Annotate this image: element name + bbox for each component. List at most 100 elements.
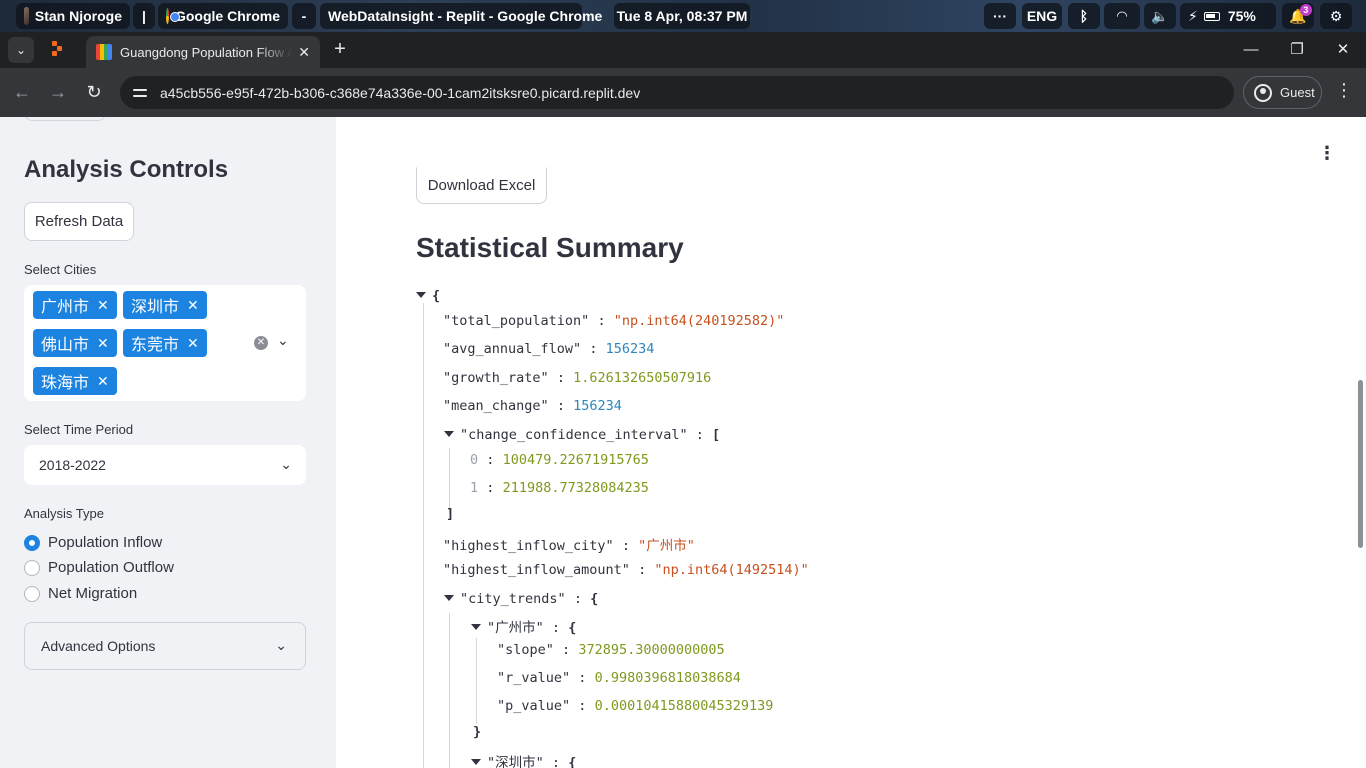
charging-icon: ⚡ bbox=[1188, 7, 1198, 24]
clock-text: Tue 8 Apr, 08:37 PM bbox=[616, 8, 748, 24]
city-multiselect[interactable]: 广州市 ✕ 深圳市 ✕ 佛山市 ✕ 东莞市 ✕ 珠海市 ✕ ✕ ⌄ bbox=[24, 285, 306, 401]
user-name: Stan Njoroge bbox=[34, 8, 122, 24]
json-guide-line bbox=[449, 613, 450, 768]
city-chip[interactable]: 东莞市 ✕ bbox=[123, 329, 207, 357]
window-title-text: WebDataInsight - Replit - Google Chrome bbox=[328, 8, 603, 24]
reload-button[interactable]: ↻ bbox=[82, 80, 106, 104]
language-indicator[interactable]: ENG bbox=[1022, 3, 1062, 29]
remove-chip-icon[interactable]: ✕ bbox=[97, 297, 109, 314]
json-row: "growth_rate" : 1.626132650507916 bbox=[443, 370, 712, 386]
bell-icon: 🔔 3 bbox=[1289, 3, 1312, 25]
scrollbar-thumb[interactable] bbox=[1358, 380, 1363, 548]
profile-icon bbox=[1254, 83, 1272, 102]
replit-icon[interactable] bbox=[52, 41, 68, 57]
city-chip[interactable]: 广州市 ✕ bbox=[33, 291, 117, 319]
json-array-item: 0 : 100479.22671915765 bbox=[470, 452, 649, 468]
summary-title: Statistical Summary bbox=[416, 232, 684, 263]
json-row: } bbox=[473, 724, 482, 740]
chevron-down-icon: ⌄ bbox=[280, 456, 292, 472]
chrome-icon bbox=[166, 8, 180, 24]
reload-icon: ↻ bbox=[86, 82, 102, 102]
remove-chip-icon[interactable]: ✕ bbox=[187, 297, 199, 314]
user-menu[interactable]: Stan Njoroge bbox=[16, 3, 130, 29]
address-bar[interactable]: a45cb556-e95f-472b-b306-c368e74a336e-00-… bbox=[120, 76, 1234, 109]
wifi[interactable]: ◠ bbox=[1104, 3, 1140, 29]
close-window-button[interactable]: ✕ bbox=[1328, 38, 1358, 62]
radio-unchecked-icon[interactable] bbox=[24, 585, 40, 602]
user-avatar bbox=[24, 7, 29, 25]
clear-all-icon[interactable]: ✕ bbox=[254, 336, 268, 350]
json-row-guangzhou[interactable]: "广州市" : { bbox=[471, 616, 576, 636]
browser-menu-icon[interactable]: ⋮ bbox=[1334, 80, 1354, 101]
radio-checked-icon[interactable] bbox=[24, 534, 40, 551]
bluetooth-icon: ᛒ bbox=[1079, 8, 1089, 24]
json-row: ] bbox=[446, 506, 455, 522]
json-row: "avg_annual_flow" : 156234 bbox=[443, 341, 655, 357]
city-chip[interactable]: 深圳市 ✕ bbox=[123, 291, 207, 319]
notifications[interactable]: 🔔 3 bbox=[1282, 3, 1314, 29]
active-app[interactable]: Google Chrome bbox=[158, 3, 288, 29]
tab-search-button[interactable]: ⌄ bbox=[8, 37, 34, 63]
url-text[interactable]: a45cb556-e95f-472b-b306-c368e74a336e-00-… bbox=[160, 85, 640, 101]
radio-unchecked-icon[interactable] bbox=[24, 559, 40, 576]
json-row: "p_value" : 0.00010415880045329139 bbox=[497, 698, 774, 714]
remove-chip-icon[interactable]: ✕ bbox=[97, 335, 109, 352]
bluetooth[interactable]: ᛒ bbox=[1068, 3, 1100, 29]
close-tab-icon[interactable]: ✕ bbox=[298, 44, 310, 61]
advanced-options-label: Advanced Options bbox=[41, 638, 156, 654]
refresh-data-button[interactable]: Refresh Data bbox=[24, 202, 134, 241]
collapse-triangle-icon[interactable] bbox=[444, 595, 454, 601]
json-root[interactable]: { bbox=[416, 288, 440, 304]
tab-favicon bbox=[96, 44, 112, 60]
radio-population-inflow[interactable]: Population Inflow bbox=[24, 534, 162, 551]
volume-icon: 🔈 bbox=[1151, 7, 1169, 24]
tab-guangdong-population[interactable]: Guangdong Population Flow An ✕ bbox=[86, 36, 320, 68]
back-button[interactable]: ← bbox=[10, 80, 34, 104]
json-row-confidence-interval[interactable]: "change_confidence_interval" : [ bbox=[444, 427, 720, 443]
city-chip[interactable]: 佛山市 ✕ bbox=[33, 329, 117, 357]
os-taskbar: Stan Njoroge | Google Chrome - WebDataIn… bbox=[0, 0, 1366, 32]
app-menu-icon[interactable]: ⋮ bbox=[1318, 143, 1336, 164]
cities-label: Select Cities bbox=[24, 262, 97, 277]
battery[interactable]: ⚡ 75% bbox=[1180, 3, 1276, 29]
radio-population-outflow[interactable]: Population Outflow bbox=[24, 559, 174, 576]
sidebar-heading: Analysis Controls bbox=[24, 156, 229, 183]
chevron-down-icon: ⌄ bbox=[275, 637, 287, 653]
clock[interactable]: Tue 8 Apr, 08:37 PM bbox=[614, 3, 750, 29]
active-app-name: Google Chrome bbox=[174, 8, 280, 24]
chevron-down-icon: ⌄ bbox=[15, 43, 27, 57]
json-guide-line bbox=[476, 638, 477, 724]
radio-net-migration[interactable]: Net Migration bbox=[24, 585, 137, 602]
collapse-triangle-icon[interactable] bbox=[471, 759, 481, 765]
city-chip[interactable]: 珠海市 ✕ bbox=[33, 367, 117, 395]
collapse-triangle-icon[interactable] bbox=[416, 292, 426, 298]
remove-chip-icon[interactable]: ✕ bbox=[97, 373, 109, 390]
advanced-options-expander[interactable]: Advanced Options ⌄ bbox=[24, 622, 306, 670]
tab-strip: ⌄ Guangdong Population Flow An ✕ + — ❐ ✕ bbox=[0, 32, 1366, 68]
quick-settings[interactable]: ⚙ bbox=[1320, 3, 1352, 29]
overflow-menu[interactable]: ··· bbox=[984, 3, 1016, 29]
chevron-down-icon[interactable]: ⌄ bbox=[277, 332, 289, 349]
json-array-item: 1 : 211988.77328084235 bbox=[470, 480, 649, 496]
tab-title: Guangdong Population Flow An bbox=[120, 44, 293, 60]
arrow-left-icon: ← bbox=[13, 82, 31, 102]
restore-button[interactable]: ❐ bbox=[1282, 38, 1312, 62]
collapse-triangle-icon[interactable] bbox=[471, 624, 481, 630]
json-row-shenzhen[interactable]: "深圳市" : { bbox=[471, 751, 576, 768]
collapse-triangle-icon[interactable] bbox=[444, 431, 454, 437]
window-title[interactable]: WebDataInsight - Replit - Google Chrome bbox=[320, 3, 602, 29]
site-info-icon[interactable] bbox=[132, 85, 148, 101]
minimize-button[interactable]: — bbox=[1236, 38, 1266, 62]
partial-button[interactable] bbox=[24, 117, 106, 121]
profile-button[interactable]: Guest bbox=[1243, 76, 1322, 109]
time-period-select[interactable]: 2018-2022 ⌄ bbox=[24, 445, 306, 485]
volume[interactable]: 🔈 bbox=[1144, 3, 1176, 29]
forward-button[interactable]: → bbox=[46, 80, 70, 104]
json-row: "highest_inflow_amount" : "np.int64(1492… bbox=[443, 562, 809, 578]
new-tab-button[interactable]: + bbox=[328, 38, 352, 62]
remove-chip-icon[interactable]: ✕ bbox=[187, 335, 199, 352]
json-row-city-trends[interactable]: "city_trends" : { bbox=[444, 591, 598, 607]
analysis-type-label: Analysis Type bbox=[24, 506, 104, 521]
download-excel-button[interactable]: Download Excel bbox=[416, 167, 547, 204]
battery-icon bbox=[1203, 11, 1220, 21]
